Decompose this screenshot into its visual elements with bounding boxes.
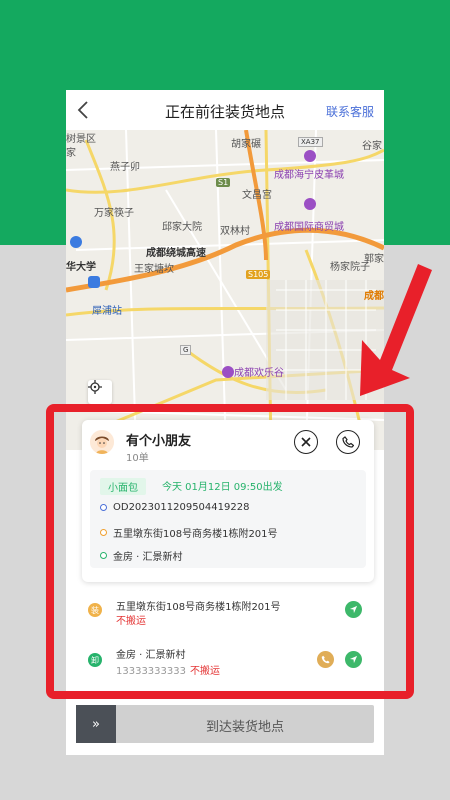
stop-phone: 13333333333 [116,666,186,677]
map-view[interactable]: 树景区 家 燕子卯 胡家碾 XA37 谷家 S1 成都海宁皮革城 文昌宫 万家筷… [66,130,384,450]
map-label-guxing: 谷家 [362,141,382,152]
contact-service-link[interactable]: 联系客服 [326,103,374,120]
map-label-chengdu: 成都 [364,291,384,302]
avatar [90,430,114,454]
poi-icon [70,236,82,248]
order-dot-icon [100,504,107,511]
order-number: OD2023011209504419228 [113,502,250,513]
phone-icon [321,655,330,664]
phone-screen: 正在前往装货地点 联系客服 树景区 家 燕子卯 胡家碾 XA37 谷家 S1 成… [66,90,384,755]
stop-address: 金房 · 汇景新村 [116,650,186,661]
map-label-huadaxue: 华大学 [66,262,96,273]
load-dot-icon [100,529,107,536]
load-address-row: 五里墩东街108号商务楼1栋附201号 [100,525,278,540]
stop-address: 五里墩东街108号商务楼1栋附201号 [116,602,281,613]
stop-note: 不搬运 [116,616,146,627]
map-label-huanlegu: 成都欢乐谷 [234,368,284,379]
stop-note: 13333333333 不搬运 [116,662,220,677]
metro-icon [88,276,100,288]
map-label-huzhuang: 胡家碾 [231,139,261,150]
order-number-row: OD2023011209504419228 [100,502,249,513]
map-label-raocheng: 成都绕城高速 [146,248,206,259]
unload-dot-icon [100,552,107,559]
map-label-wenshengong: 文昌宫 [242,190,272,201]
slider-handle[interactable]: » [76,705,116,743]
map-label-jia: 家 [66,148,76,159]
poi-icon [222,366,234,378]
map-label-g: G [180,345,192,355]
map-label-yanzisi: 燕子卯 [110,162,140,173]
navigate-icon [349,605,358,614]
map-label-xipu: 犀浦站 [92,306,122,317]
unload-address-row: 金房 · 汇景新村 [100,548,183,563]
map-label-s1: S1 [216,178,231,187]
order-detail-box: 小面包 今天 01月12日 09:50出发 OD2023011209504419… [90,470,366,568]
list-item[interactable]: 装 五里墩东街108号商务楼1栋附201号 不搬运 [66,588,384,632]
arrive-label: 到达装货地点 [205,720,284,735]
map-label-yangjia: 杨家院子 [330,262,370,273]
locate-button[interactable] [88,380,112,404]
driver-card: 有个小朋友 10单 小面包 今天 01月12日 09:50出发 OD202301… [82,420,374,582]
load-badge: 装 [88,603,102,617]
map-label-haining: 成都海宁皮革城 [274,170,344,181]
list-item[interactable]: 卸 金房 · 汇景新村 13333333333 不搬运 [66,638,384,682]
close-icon [301,437,311,447]
driver-order-count: 10单 [126,453,149,464]
poi-icon [304,150,316,162]
map-label-qiujia: 邱家大院 [162,222,202,233]
phone-icon [342,436,354,448]
cancel-order-button[interactable] [294,430,318,454]
map-label-shuanglin: 双林村 [220,226,250,237]
map-label-s105: S105 [246,270,271,279]
vehicle-tag: 小面包 [100,478,146,495]
map-label-shujingqu: 树景区 [66,134,96,145]
stop-note-text: 不搬运 [190,666,220,677]
navigate-button[interactable] [345,601,362,618]
map-label-xa37: XA37 [298,137,323,147]
driver-name: 有个小朋友 [126,434,192,449]
map-label-guoji: 成都国际商贸城 [274,222,344,233]
arrive-slider[interactable]: » 到达装货地点 [76,705,374,743]
navigation-header: 正在前往装货地点 联系客服 [66,90,384,130]
call-driver-button[interactable] [336,430,360,454]
navigate-button[interactable] [345,651,362,668]
unload-address: 金房 · 汇景新村 [113,552,183,563]
map-label-wanjia: 万家筷子 [94,208,134,219]
call-contact-button[interactable] [317,651,334,668]
unload-badge: 卸 [88,653,102,667]
load-address: 五里墩东街108号商务楼1栋附201号 [113,529,278,540]
map-label-wangjiatang: 王家塘坎 [134,264,174,275]
crosshair-icon [88,380,102,394]
depart-time: 今天 01月12日 09:50出发 [162,482,283,493]
stops-list: 装 五里墩东街108号商务楼1栋附201号 不搬运 卸 金房 · 汇景新村 13… [66,588,384,688]
poi-icon [304,198,316,210]
navigate-icon [349,655,358,664]
